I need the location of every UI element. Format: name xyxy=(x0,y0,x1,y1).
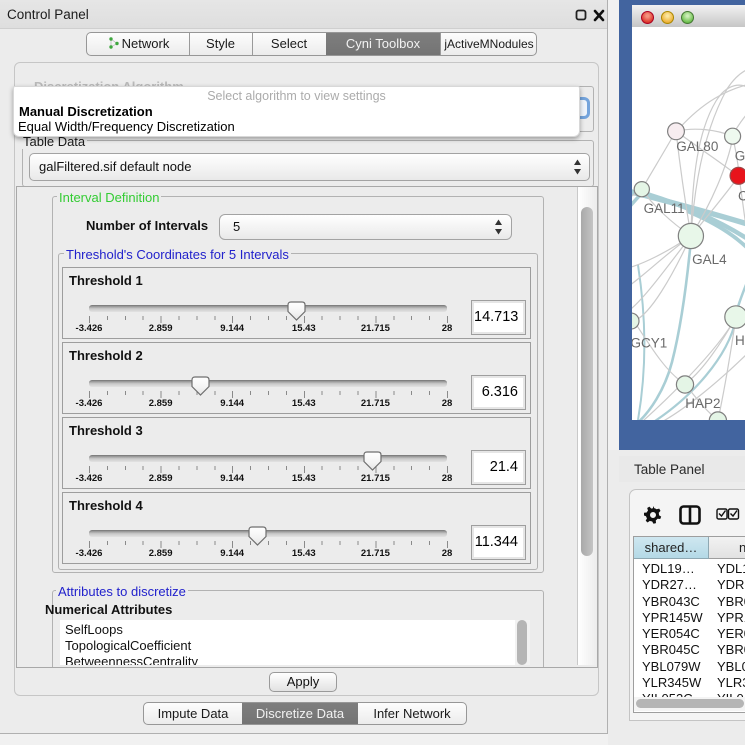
svg-text:GAL11: GAL11 xyxy=(644,201,685,216)
svg-text:GAL: GAL xyxy=(735,149,745,164)
svg-text:GCY1: GCY1 xyxy=(632,336,667,351)
svg-text:GAL4: GAL4 xyxy=(692,252,727,267)
svg-text:GAL80: GAL80 xyxy=(676,139,718,154)
svg-text:HAP2: HAP2 xyxy=(685,396,720,411)
svg-text:HIS: HIS xyxy=(735,333,745,348)
svg-text:CYC: CYC xyxy=(738,189,745,204)
